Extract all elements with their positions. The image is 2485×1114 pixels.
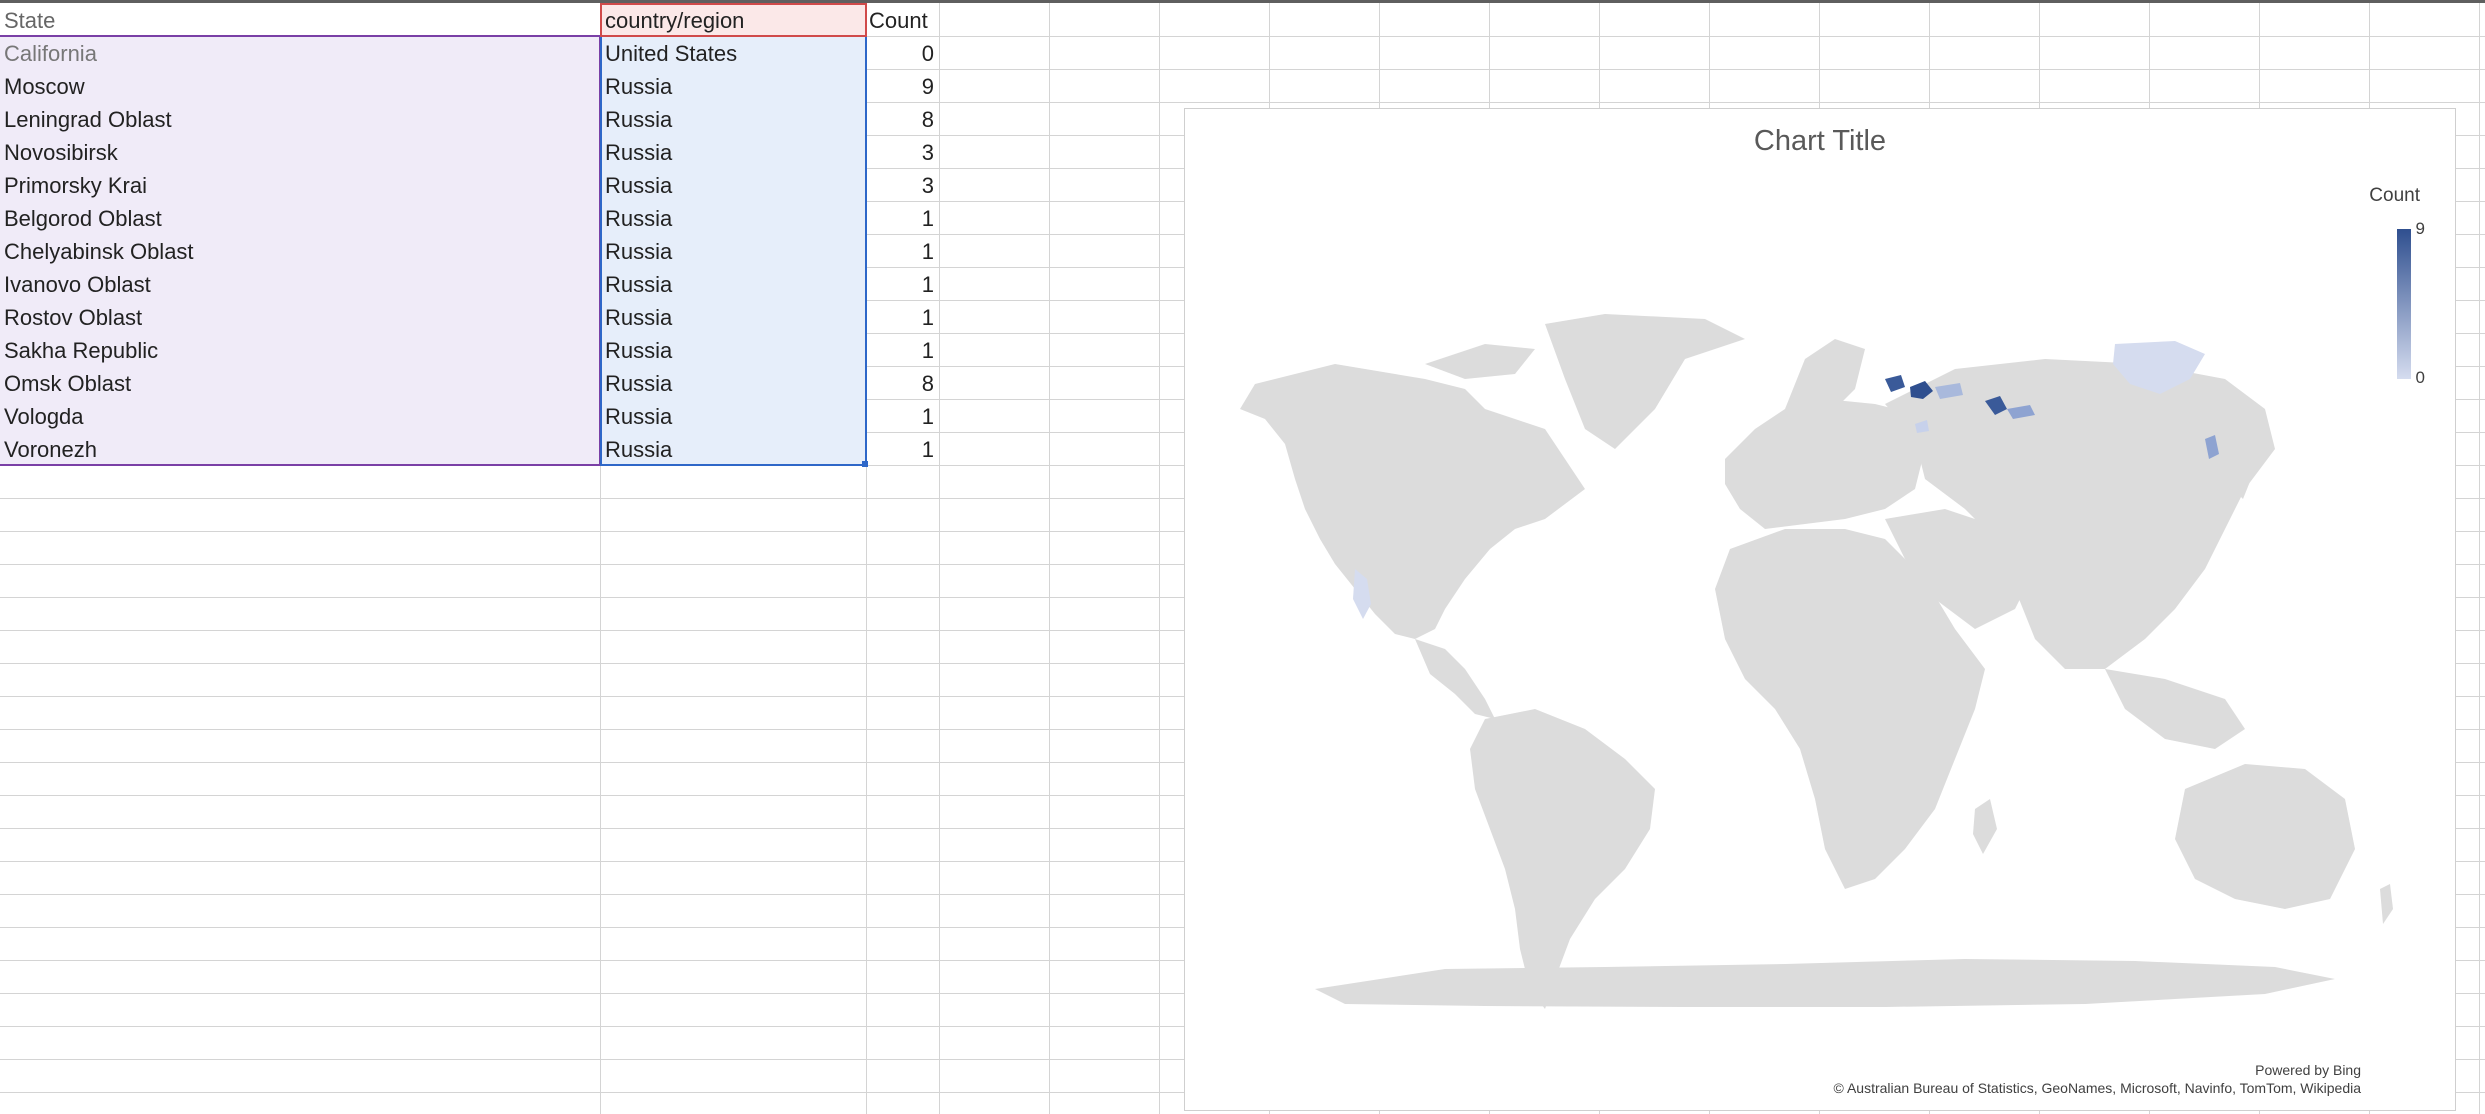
cell-country[interactable]: Russia [605,300,863,333]
arctic-islands-shape [1425,344,1535,379]
cell-count[interactable]: 1 [869,201,934,234]
cell-state[interactable]: Primorsky Krai [4,168,594,201]
north-america-shape [1240,364,1585,639]
legend-title: Count [2369,185,2420,206]
madagascar-shape [1973,799,1997,854]
cell-state[interactable]: Chelyabinsk Oblast [4,234,594,267]
cell-country[interactable]: Russia [605,69,863,102]
cell-count[interactable]: 1 [869,333,934,366]
cell-state[interactable]: Belgorod Oblast [4,201,594,234]
cell-country[interactable]: Russia [605,102,863,135]
cell-count[interactable]: 3 [869,135,934,168]
cell-count[interactable]: 3 [869,168,934,201]
cell-count[interactable]: 1 [869,300,934,333]
cell-country[interactable]: Russia [605,333,863,366]
leningrad-region-shape [1885,375,1905,392]
cell-count[interactable]: 1 [869,432,934,465]
cell-country[interactable]: Russia [605,399,863,432]
central-america-shape [1415,639,1495,719]
europe-shape [1725,399,1925,529]
cell-country[interactable]: Russia [605,168,863,201]
new-zealand-shape [2380,884,2393,924]
cell-country[interactable]: United States [605,36,863,69]
south-america-shape [1470,709,1655,1009]
legend-min-value: 0 [2415,368,2425,387]
cell-state[interactable]: California [4,36,594,69]
cell-count[interactable]: 0 [869,36,934,69]
cell-count[interactable]: 8 [869,102,934,135]
antarctica-shape [1315,959,2335,1007]
chart-title[interactable]: Chart Title [1185,125,2455,158]
cell-count[interactable]: 1 [869,267,934,300]
map-credit-sources: © Australian Bureau of Statistics, GeoNa… [1833,1080,2361,1096]
cell-state[interactable]: Omsk Oblast [4,366,594,399]
cell-country[interactable]: Russia [605,432,863,465]
header-state[interactable]: State [4,3,594,36]
cell-count[interactable]: 9 [869,69,934,102]
cell-state[interactable]: Moscow [4,69,594,102]
world-map [1240,314,2393,1009]
map-credit-powered: Powered by Bing [2255,1062,2361,1078]
cell-state[interactable]: Novosibirsk [4,135,594,168]
cell-country[interactable]: Russia [605,366,863,399]
southeast-asia-shape [2105,669,2245,749]
header-country-region[interactable]: country/region [605,3,863,36]
legend-color-scale [2397,229,2411,379]
cell-state[interactable]: Vologda [4,399,594,432]
cell-state[interactable]: Voronezh [4,432,594,465]
cell-count[interactable]: 1 [869,399,934,432]
cell-country[interactable]: Russia [605,234,863,267]
cell-count[interactable]: 8 [869,366,934,399]
cell-country[interactable]: Russia [605,135,863,168]
australia-shape [2175,764,2355,909]
scandinavia-shape [1785,339,1865,409]
cell-state[interactable]: Leningrad Oblast [4,102,594,135]
greenland-shape [1545,314,1745,449]
legend-max-value: 9 [2415,219,2425,238]
cell-count[interactable]: 1 [869,234,934,267]
cell-country[interactable]: Russia [605,267,863,300]
header-count[interactable]: Count [869,3,937,36]
cell-state[interactable]: Ivanovo Oblast [4,267,594,300]
filled-map-chart[interactable]: Chart Title Count 9 0 Powered by Bing © … [1184,108,2456,1111]
cell-state[interactable]: Rostov Oblast [4,300,594,333]
cell-state[interactable]: Sakha Republic [4,333,594,366]
cell-country[interactable]: Russia [605,201,863,234]
